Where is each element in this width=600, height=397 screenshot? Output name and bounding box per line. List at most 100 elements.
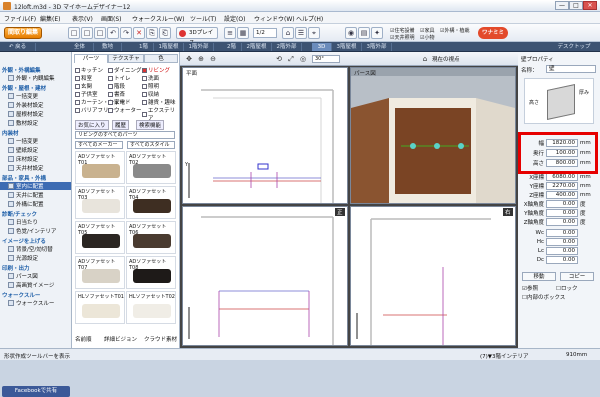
lock-checkbox[interactable]: ☐ロック: [556, 284, 577, 292]
check-furniture[interactable]: ☑家具: [420, 27, 435, 34]
prop-value[interactable]: 400.00: [546, 190, 578, 199]
tab-color[interactable]: 色: [144, 54, 178, 63]
menu-view[interactable]: 表示(V): [72, 14, 93, 23]
scale-select[interactable]: 1/2: [253, 28, 277, 38]
tool-rect-button[interactable]: □: [81, 27, 93, 39]
nav-item-perspective[interactable]: パース図: [8, 272, 38, 280]
part-thumbnail[interactable]: ADソファセットT06: [126, 221, 176, 254]
facebook-share-button[interactable]: Facebookで共有: [2, 386, 70, 397]
category-storage[interactable]: 収納: [142, 90, 159, 98]
undo-icon[interactable]: ↶: [107, 27, 119, 39]
search-function-button[interactable]: 検索機能: [136, 120, 165, 130]
fit-icon[interactable]: ⤢: [286, 54, 296, 64]
tool-room-button[interactable]: □: [94, 27, 106, 39]
sort-by-name-button[interactable]: 名前順: [75, 335, 92, 343]
nav-item-place-indoor[interactable]: 室内に配置: [0, 182, 71, 190]
nav-item-background[interactable]: 背景/空/効切替: [8, 245, 53, 253]
part-thumbnail[interactable]: ADソファセットT08: [126, 256, 176, 289]
grid-icon[interactable]: ▦: [237, 27, 249, 39]
tab-whole[interactable]: 全体: [66, 43, 94, 51]
zoom-in-icon[interactable]: ⊕: [196, 54, 206, 64]
tab-floor2-roof[interactable]: 2階屋根: [242, 43, 272, 51]
detail-vision-checkbox[interactable]: 詳細ビジョン: [104, 335, 137, 343]
menu-settings[interactable]: 設定(O): [224, 14, 245, 23]
prop-value[interactable]: 0.00: [546, 199, 578, 208]
menu-walkthrough[interactable]: ウォークスルー(W): [132, 14, 184, 23]
part-thumbnail[interactable]: ADソファセットT01: [75, 151, 125, 184]
nav-item-sunlight[interactable]: 日当たり: [8, 218, 38, 226]
nav-item-exterior-material[interactable]: 外装材設定: [8, 101, 44, 109]
nav-item-place-exterior[interactable]: 外構に配置: [8, 200, 44, 208]
part-thumbnail[interactable]: HLソファセットT02: [126, 291, 176, 324]
move-button[interactable]: 移動: [522, 272, 556, 281]
copy-icon[interactable]: ⎘: [146, 27, 158, 39]
menu-file[interactable]: ファイル(F): [4, 14, 36, 23]
check-housing-equipment[interactable]: ☑住宅設備: [390, 27, 415, 34]
category-study[interactable]: 書斎: [108, 90, 125, 98]
tab-site[interactable]: 敷地: [94, 43, 122, 51]
category-lighting[interactable]: 照明: [142, 82, 159, 90]
category-appliance[interactable]: 家電: [108, 98, 125, 106]
zoom-out-icon[interactable]: ⊖: [208, 54, 218, 64]
prop-row-lc[interactable]: Lc 0.00: [520, 246, 598, 255]
nav-item-light-source[interactable]: 光源設定: [8, 254, 38, 262]
perspective-view[interactable]: パース図: [350, 67, 516, 204]
light-icon[interactable]: ✦: [371, 27, 383, 39]
nav-item-roof-material[interactable]: 屋根材設定: [8, 110, 44, 118]
redo-icon[interactable]: ↷: [120, 27, 132, 39]
part-thumbnail[interactable]: ADソファセットT03: [75, 186, 125, 219]
nav-item-ceiling-setting[interactable]: 天井材設定: [8, 164, 44, 172]
nav-item-floor-setting[interactable]: 床材設定: [8, 155, 38, 163]
list-icon[interactable]: ≡: [224, 27, 236, 39]
menu-edit[interactable]: 編集(E): [40, 14, 60, 23]
back-button[interactable]: ↶ 戻る: [0, 43, 36, 51]
parts-search-input[interactable]: リビングのすべてのパーツ: [75, 131, 175, 139]
favorites-button[interactable]: お気に入り: [75, 120, 109, 130]
tab-3d[interactable]: 3D: [312, 43, 332, 51]
rotate-icon[interactable]: ⟲: [274, 54, 284, 64]
home-view-icon[interactable]: ⌂: [420, 54, 430, 64]
tab-floor1-roof[interactable]: 1階屋根: [154, 43, 184, 51]
cloud-material-button[interactable]: クラウド素材: [144, 335, 177, 343]
side-view[interactable]: 右: [350, 206, 516, 346]
category-washroom[interactable]: 洗面: [142, 74, 159, 82]
tab-floor1[interactable]: 1階: [134, 43, 154, 51]
nav-item-exterior-interior-edit[interactable]: 外観・内観編集: [8, 74, 55, 82]
3d-place-button[interactable]: 3Dプレイス: [176, 27, 218, 46]
category-kids-room[interactable]: 子供室: [75, 90, 98, 98]
inner-box-checkbox[interactable]: ☐内部のボックス: [522, 293, 565, 301]
tab-floor2-outside[interactable]: 2階外部: [272, 43, 302, 51]
category-water[interactable]: ウォーター: [108, 106, 142, 114]
front-view[interactable]: 正: [182, 206, 348, 346]
promo-badge[interactable]: ワナミミ: [478, 27, 508, 39]
maker-select[interactable]: すべてのメーカー: [75, 141, 123, 149]
house-icon[interactable]: ⌂: [282, 27, 294, 39]
tab-parts[interactable]: パーツ: [74, 54, 108, 63]
category-hobby[interactable]: 雑貨・趣味: [142, 98, 176, 106]
check-exterior[interactable]: ☑外構・植栽: [440, 27, 470, 34]
check-ceiling-light[interactable]: ☑天井照明: [390, 34, 415, 41]
nav-item-bulk-change-interior[interactable]: 一括変更: [8, 137, 38, 145]
plan-view[interactable]: 平面 Y: [182, 67, 348, 204]
tab-floor1-outside[interactable]: 1階外部: [184, 43, 214, 51]
nav-item-hq-image[interactable]: 高画質イメージ: [8, 281, 54, 289]
render-icon[interactable]: ▤: [358, 27, 370, 39]
part-thumbnail[interactable]: ADソファセットT02: [126, 151, 176, 184]
orbit-icon[interactable]: ◎: [298, 54, 308, 64]
menu-screen[interactable]: 画面(S): [101, 14, 122, 23]
category-entrance[interactable]: 玄関: [75, 82, 92, 90]
floor-plan-edit-button[interactable]: 間取り編集: [4, 27, 42, 39]
category-kitchen[interactable]: キッチン: [75, 66, 103, 74]
prop-value[interactable]: 0.00: [546, 237, 578, 246]
part-thumbnail[interactable]: HLソファセットT01: [75, 291, 125, 324]
part-thumbnail[interactable]: ADソファセットT07: [75, 256, 125, 289]
reference-checkbox[interactable]: ☑参照: [522, 284, 538, 292]
check-small-items[interactable]: ☑小物: [420, 34, 435, 41]
move-icon[interactable]: ✥: [184, 54, 194, 64]
prop-row-wc[interactable]: Wc 0.00: [520, 228, 598, 237]
menu-help[interactable]: ヘルプ(H): [296, 14, 323, 23]
prop-value[interactable]: 0.00: [546, 208, 578, 217]
tab-texture[interactable]: テクスチャ: [108, 54, 144, 63]
nav-item-bulk-change-exterior[interactable]: 一括変更: [8, 92, 38, 100]
current-viewpoint-button[interactable]: 現在の視点: [432, 55, 460, 63]
